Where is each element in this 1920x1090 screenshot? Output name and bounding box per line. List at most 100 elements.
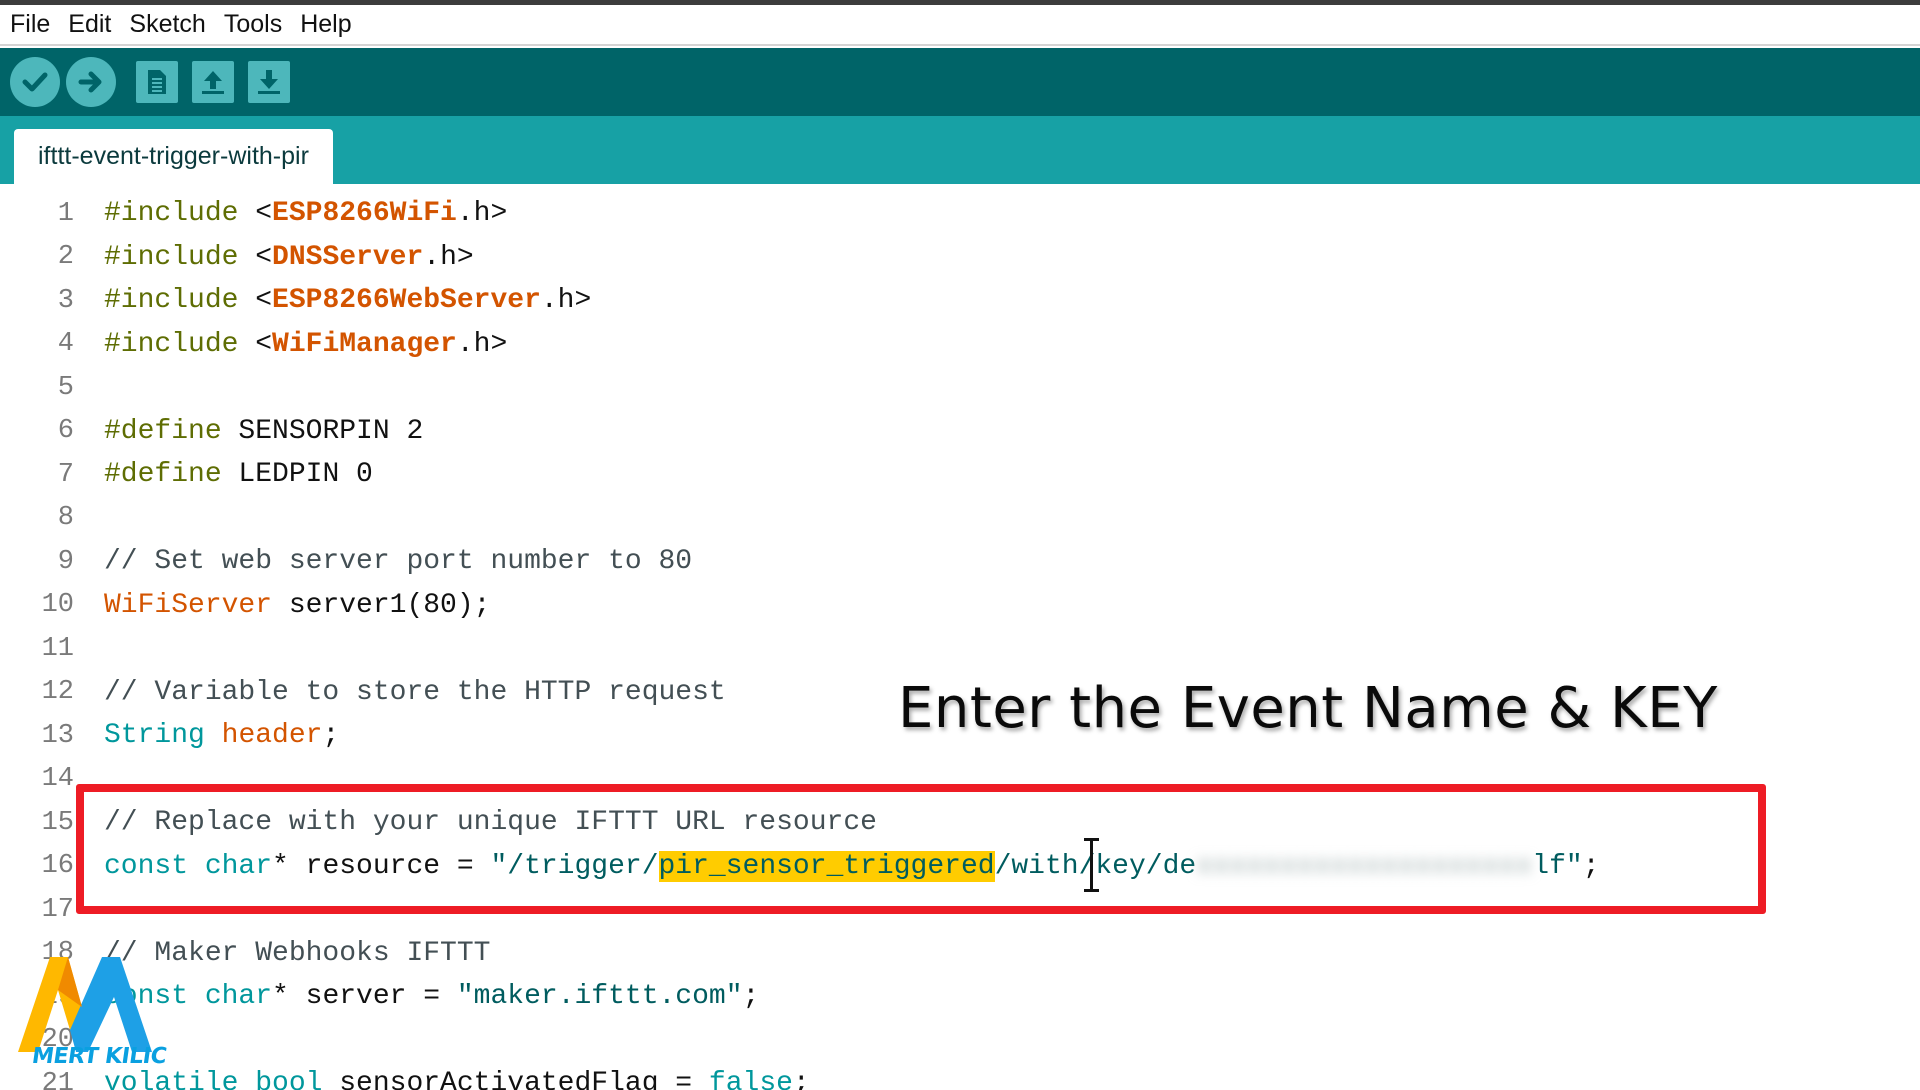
toolbar xyxy=(0,48,1920,116)
code-plain: .h> xyxy=(423,241,474,273)
menu-help[interactable]: Help xyxy=(298,10,353,39)
line-number: 2 xyxy=(57,242,74,273)
menu-tools[interactable]: Tools xyxy=(222,10,284,39)
code-text: #include <DNSServer.h> xyxy=(104,242,474,273)
annotation-caption: Enter the Event Name & KEY xyxy=(898,676,1718,741)
menu-edit[interactable]: Edit xyxy=(66,10,113,39)
keyword: #include xyxy=(104,285,239,317)
library-name: DNSServer xyxy=(272,241,424,273)
type-name: String xyxy=(104,720,205,752)
arrow-right-icon xyxy=(78,71,102,93)
line-number: 17 xyxy=(41,894,74,925)
code-text: #include <ESP8266WebServer.h> xyxy=(104,285,591,316)
new-file-icon xyxy=(148,70,166,94)
new-sketch-button[interactable] xyxy=(136,61,178,103)
save-button[interactable] xyxy=(248,61,290,103)
line-number: 13 xyxy=(41,720,74,751)
code-line: 2 #include <DNSServer.h> xyxy=(0,236,1920,280)
code-line: 11 xyxy=(0,627,1920,671)
code-line: 19 const char* server = "maker.ifttt.com… xyxy=(0,975,1920,1019)
code-plain: * server = xyxy=(272,981,457,1013)
line-number: 10 xyxy=(41,590,74,621)
code-text: #include <WiFiManager.h> xyxy=(104,329,507,360)
code-comment: // Variable to store the HTTP request xyxy=(104,676,726,708)
line-number: 8 xyxy=(57,503,74,534)
code-plain: .h> xyxy=(540,285,592,317)
variable-name: header xyxy=(221,720,323,752)
code-line: 5 xyxy=(0,366,1920,410)
code-plain: sensorActivatedFlag = xyxy=(322,1068,709,1090)
code-plain xyxy=(205,720,222,751)
line-number: 6 xyxy=(57,416,74,447)
code-plain: ; xyxy=(322,720,340,752)
library-name: ESP8266WebServer xyxy=(272,285,541,317)
text-cursor-icon xyxy=(1084,838,1099,892)
line-number: 12 xyxy=(41,677,74,708)
code-plain: < xyxy=(238,241,273,273)
code-plain: server1(80); xyxy=(272,589,491,621)
code-editor[interactable]: 1 #include <ESP8266WiFi.h> 2 #include <D… xyxy=(0,184,1920,1090)
keyword: #include xyxy=(104,198,239,230)
line-number: 11 xyxy=(41,633,74,664)
code-text: #include <ESP8266WiFi.h> xyxy=(104,198,507,229)
keyword: #define xyxy=(104,415,222,447)
code-comment: // Set web server port number to 80 xyxy=(104,546,693,578)
tab-bar: ifttt-event-trigger-with-pir xyxy=(0,116,1920,184)
line-number: 1 xyxy=(57,198,74,229)
code-plain: SENSORPIN 2 xyxy=(221,415,424,447)
verify-button[interactable] xyxy=(10,57,60,107)
code-comment: // Maker Webhooks IFTTT xyxy=(104,937,491,969)
code-line: 10 WiFiServer server1(80); xyxy=(0,584,1920,628)
library-name: ESP8266WiFi xyxy=(272,198,457,230)
save-arrow-down-icon xyxy=(258,70,280,94)
line-number: 14 xyxy=(41,764,74,795)
open-arrow-up-icon xyxy=(202,71,224,94)
upload-button[interactable] xyxy=(66,57,116,107)
menu-sketch[interactable]: Sketch xyxy=(127,10,207,39)
check-icon xyxy=(22,72,48,92)
line-number: 16 xyxy=(41,851,74,882)
highlight-box xyxy=(76,784,1766,914)
code-line: 20 xyxy=(0,1019,1920,1063)
code-text: #define SENSORPIN 2 xyxy=(104,416,423,447)
tab-sketch[interactable]: ifttt-event-trigger-with-pir xyxy=(14,129,333,184)
code-line: 18 // Maker Webhooks IFTTT xyxy=(0,932,1920,976)
code-line: 7 #define LEDPIN 0 xyxy=(0,453,1920,497)
code-plain: LEDPIN 0 xyxy=(221,459,373,491)
menu-bar: File Edit Sketch Tools Help xyxy=(0,5,1920,46)
code-plain: .h> xyxy=(456,198,508,230)
code-line: 1 #include <ESP8266WiFi.h> xyxy=(0,192,1920,236)
line-number: 15 xyxy=(41,807,74,838)
code-text: const char* server = "maker.ifttt.com"; xyxy=(104,981,759,1012)
line-number: 5 xyxy=(57,372,74,403)
line-number: 3 xyxy=(57,285,74,316)
code-line: 8 xyxy=(0,497,1920,541)
logo-text: MERT KILIC xyxy=(30,1044,168,1069)
keyword: #define xyxy=(104,459,222,491)
code-plain: ; xyxy=(792,1068,810,1090)
code-line: 21 volatile bool sensorActivatedFlag = f… xyxy=(0,1062,1920,1090)
keyword: #include xyxy=(104,328,239,360)
code-text: String header; xyxy=(104,720,339,751)
code-text: WiFiServer server1(80); xyxy=(104,590,490,621)
code-plain: < xyxy=(238,198,273,230)
code-text: #define LEDPIN 0 xyxy=(104,459,373,490)
menu-file[interactable]: File xyxy=(8,10,52,39)
code-text: volatile bool sensorActivatedFlag = fals… xyxy=(104,1068,810,1090)
line-number: 7 xyxy=(57,459,74,490)
class-name: WiFiServer xyxy=(104,589,273,621)
line-number: 9 xyxy=(57,546,74,577)
line-number: 4 xyxy=(57,329,74,360)
code-plain: < xyxy=(238,285,273,317)
code-line: 9 // Set web server port number to 80 xyxy=(0,540,1920,584)
keyword: #include xyxy=(104,241,239,273)
code-plain: ; xyxy=(742,981,760,1013)
string-literal: "maker.ifttt.com" xyxy=(456,981,743,1013)
code-plain: < xyxy=(238,328,273,360)
code-plain: .h> xyxy=(456,328,508,360)
open-button[interactable] xyxy=(192,61,234,103)
code-line: 4 #include <WiFiManager.h> xyxy=(0,323,1920,367)
code-line: 6 #define SENSORPIN 2 xyxy=(0,410,1920,454)
code-line: 3 #include <ESP8266WebServer.h> xyxy=(0,279,1920,323)
literal-false: false xyxy=(708,1068,793,1090)
